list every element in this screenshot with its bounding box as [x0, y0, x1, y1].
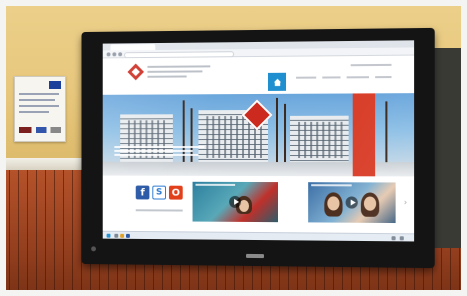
- nav-menu-item[interactable]: [296, 76, 317, 79]
- skype-icon: S: [155, 187, 163, 198]
- taskbar-app-icon[interactable]: [120, 233, 125, 238]
- forward-icon[interactable]: [112, 52, 117, 57]
- hero-accent-bar: [352, 93, 376, 177]
- os-taskbar: [102, 230, 415, 242]
- eu-flag-icon: [49, 81, 61, 89]
- facebook-button[interactable]: f: [135, 185, 150, 200]
- tray-icon: [391, 236, 396, 241]
- content-tiles: f S O ›: [102, 175, 415, 234]
- photo-scene: f S O ›: [0, 0, 467, 296]
- nav-menu-item[interactable]: [322, 76, 341, 79]
- home-icon: [272, 78, 280, 86]
- side-whiteboard: [430, 48, 467, 248]
- video-thumbnail[interactable]: [308, 182, 396, 224]
- project-poster: [14, 76, 66, 142]
- interactive-display: f S O ›: [81, 27, 435, 269]
- skype-button[interactable]: S: [152, 185, 167, 200]
- taskbar-app-icon[interactable]: [114, 233, 119, 238]
- play-icon[interactable]: [229, 195, 242, 208]
- start-icon[interactable]: [106, 233, 111, 238]
- reload-icon[interactable]: [118, 52, 123, 57]
- search-box[interactable]: [350, 63, 392, 67]
- site-title: [147, 65, 211, 68]
- nav-menu-item[interactable]: [346, 76, 370, 79]
- back-icon[interactable]: [106, 52, 111, 57]
- office-button[interactable]: O: [168, 185, 183, 200]
- play-icon[interactable]: [345, 196, 358, 209]
- site-header: [102, 55, 415, 95]
- brand-logo: [246, 253, 264, 259]
- taskbar-app-icon[interactable]: [126, 233, 130, 238]
- sponsor-logos: [19, 127, 61, 133]
- nav-menu-item[interactable]: [375, 76, 392, 79]
- bezel-button[interactable]: [91, 246, 96, 252]
- screen: f S O ›: [102, 40, 415, 242]
- tray-icon: [399, 236, 404, 241]
- home-button[interactable]: [267, 72, 287, 91]
- hero-banner: [102, 93, 415, 177]
- hero-caption: [114, 146, 208, 158]
- video-thumbnail[interactable]: [192, 181, 278, 223]
- tile-caption: [135, 209, 183, 212]
- chevron-right-icon[interactable]: ›: [404, 198, 410, 207]
